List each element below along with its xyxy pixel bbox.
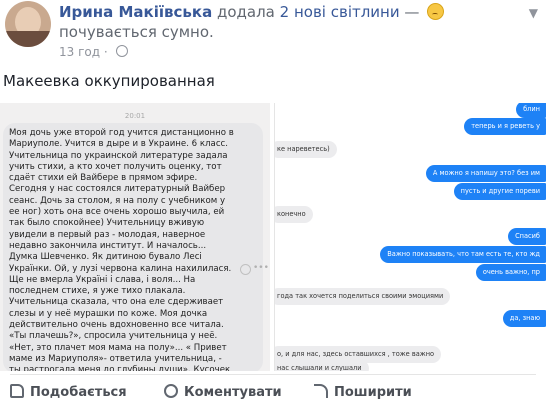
sad-emoji-icon [427, 3, 445, 20]
thumbs-up-icon [10, 384, 24, 398]
chat-bubble-them: нас слышали и слушали [275, 360, 369, 371]
globe-icon [115, 45, 128, 57]
chat-bubble-me: очень важно, пр [475, 264, 546, 281]
action-text: додала [216, 3, 275, 21]
dash: — [404, 3, 420, 21]
timestamp[interactable]: 13 год [59, 45, 100, 59]
chat-bubble-them: года так хочется поделиться своими эмоци… [275, 288, 451, 305]
chat-bubble-me: Спасиб [508, 228, 546, 245]
avatar-shoulders [5, 31, 51, 47]
feeling-text: почувається сумно. [59, 23, 214, 41]
chat-bubble-me: блин [516, 103, 546, 118]
share-button[interactable]: Поширити [314, 379, 412, 407]
chat-bubble-them: конечно [275, 206, 313, 223]
chevron-down-icon[interactable]: ▼ [529, 6, 538, 20]
share-icon [314, 384, 328, 398]
divider [10, 374, 536, 375]
photo-2[interactable]: блин теперь и я реветь у ке нареветесь) … [274, 103, 546, 371]
share-label: Поширити [334, 385, 412, 400]
reaction-icon [240, 264, 251, 275]
more-icon: ••• [253, 263, 269, 273]
chat-bubble-them: ке нареветесь) [275, 141, 337, 158]
message-text: Моя дочь уже второй год учится дистанцио… [9, 128, 234, 371]
author-name[interactable]: Ирина Макіївська [59, 3, 212, 21]
avatar[interactable] [5, 1, 51, 47]
chat-time: 20:01 [124, 112, 146, 120]
chat-bubble-me: Важно показывать, что там есть те, кто ж… [380, 246, 546, 263]
photo-1[interactable]: 20:01 Моя дочь уже второй год учится дис… [0, 103, 270, 371]
chat-bubble-me: пусть и другие пореви [453, 183, 546, 200]
post-meta: 13 год · [59, 45, 128, 59]
post-caption: Макеевка оккупированная [3, 72, 215, 90]
photos-link[interactable]: 2 нові світлини [280, 3, 400, 21]
comment-label: Коментувати [184, 385, 282, 400]
action-bar: Подобається Коментувати Поширити [0, 379, 546, 407]
facebook-post: Ирина Макіївська додала 2 нові світлини … [0, 0, 546, 408]
chat-bubble-me: теперь и я реветь у [464, 118, 546, 135]
comment-button[interactable]: Коментувати [164, 379, 282, 407]
chat-bubble-me: да, знаю [502, 310, 546, 327]
chat-bubble-me: А можно я напишу это? без им [425, 165, 546, 182]
post-header: Ирина Макіївська додала 2 нові світлини … [59, 2, 509, 42]
like-label: Подобається [30, 385, 127, 400]
comment-icon [164, 384, 178, 398]
like-button[interactable]: Подобається [10, 379, 127, 407]
